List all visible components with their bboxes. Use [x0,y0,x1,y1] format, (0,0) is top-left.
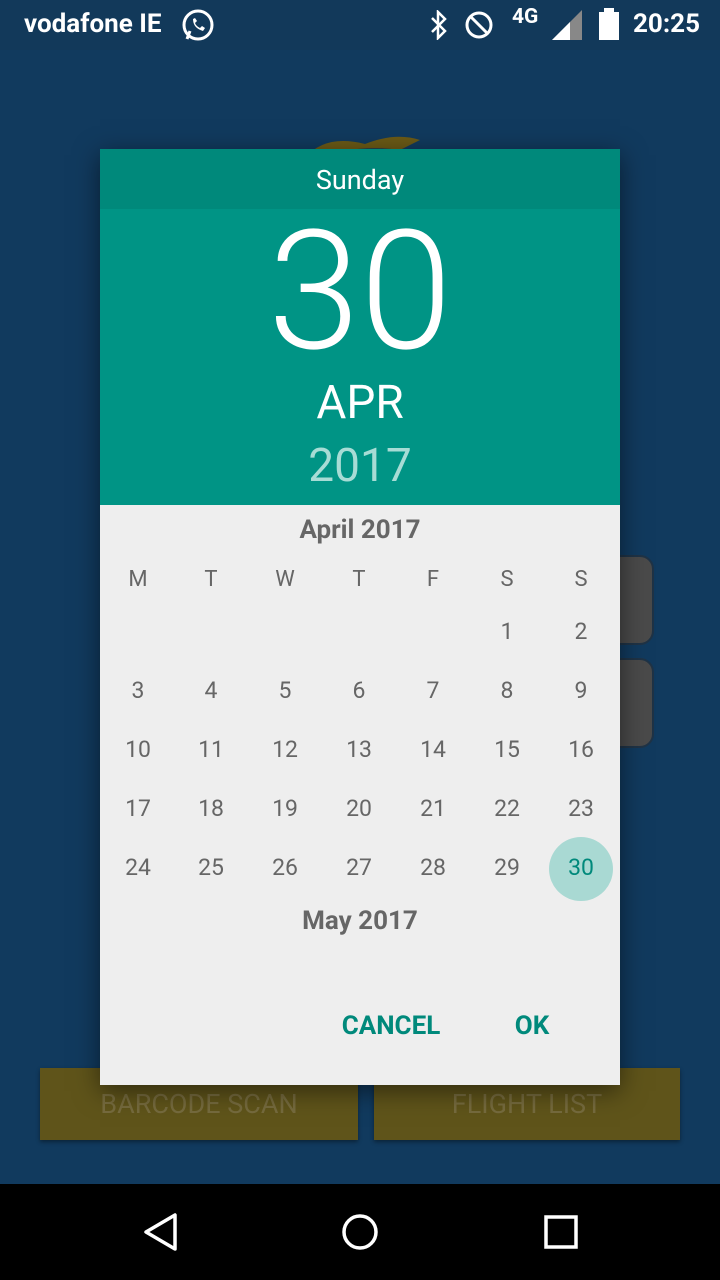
selected-day: 30 [267,194,453,389]
calendar-week-row: 10 11 12 13 14 15 16 [100,730,620,770]
back-icon[interactable] [141,1212,181,1256]
ok-button[interactable]: OK [500,1004,564,1048]
month-title: April 2017 [299,515,421,545]
calendar-week-row: 3 4 5 6 7 8 9 [100,671,620,711]
next-month-title: May 2017 [302,906,418,936]
calendar-day[interactable]: 16 [549,730,613,770]
date-picker-header: Sunday 30 APR 2017 [100,149,620,505]
cancel-button[interactable]: CANCEL [332,1004,450,1048]
calendar-week-row: 1 2 [100,612,620,652]
calendar-day[interactable]: 28 [401,848,465,888]
weekday-label: W [275,567,295,592]
calendar-week-row: 17 18 19 20 21 22 23 [100,789,620,829]
calendar-day[interactable]: 21 [401,789,465,829]
battery-icon [598,8,620,47]
calendar-day[interactable]: 11 [179,730,243,770]
calendar-day[interactable]: 6 [327,671,391,711]
calendar-day[interactable]: 12 [253,730,317,770]
calendar-day[interactable]: 3 [106,671,170,711]
calendar-day[interactable]: 23 [549,789,613,829]
weekday-label: S [500,567,514,592]
network-type: 4G [512,5,539,29]
calendar-day[interactable]: 17 [106,789,170,829]
navigation-bar [0,1184,720,1280]
selected-year[interactable]: 2017 [100,439,620,493]
calendar-day[interactable]: 24 [106,848,170,888]
calendar-day[interactable]: 25 [179,848,243,888]
weekday-label: T [352,567,366,592]
do-not-disturb-icon [464,10,494,47]
weekday-label: S [574,567,588,592]
whatsapp-icon [181,8,215,49]
calendar-day[interactable]: 13 [327,730,391,770]
calendar-day[interactable]: 5 [253,671,317,711]
calendar-day[interactable]: 29 [475,848,539,888]
weekday-header-row: M T W T F S S [100,560,620,600]
clock: 20:25 [633,9,700,39]
home-icon[interactable] [340,1212,380,1256]
calendar-day[interactable]: 10 [106,730,170,770]
calendar-day[interactable]: 7 [401,671,465,711]
signal-icon [552,10,584,47]
status-bar: vodafone IE 4G 20:25 [0,0,720,50]
weekday-label: M [128,567,148,592]
calendar-day[interactable]: 9 [549,671,613,711]
selected-month[interactable]: APR [100,376,620,430]
bluetooth-icon [428,8,450,47]
calendar-day[interactable]: 18 [179,789,243,829]
calendar-day[interactable]: 20 [327,789,391,829]
calendar-day[interactable]: 27 [327,848,391,888]
weekday-label: F [426,567,440,592]
weekday-label: T [204,567,218,592]
calendar-day[interactable]: 19 [253,789,317,829]
calendar-day[interactable]: 2 [549,612,613,652]
calendar-day[interactable]: 14 [401,730,465,770]
calendar-day[interactable]: 15 [475,730,539,770]
calendar-day[interactable]: 4 [179,671,243,711]
calendar-day[interactable]: 22 [475,789,539,829]
calendar-week-row: 24 25 26 27 28 29 30 [100,848,620,888]
date-picker-dialog: Sunday 30 APR 2017 April 2017 M T W T F … [100,149,620,1085]
carrier-name: vodafone IE [24,9,162,39]
calendar-day-selected[interactable]: 30 [549,848,613,888]
calendar-day[interactable]: 8 [475,671,539,711]
calendar-day[interactable]: 1 [475,612,539,652]
recents-icon[interactable] [541,1212,581,1256]
calendar-day[interactable]: 26 [253,848,317,888]
